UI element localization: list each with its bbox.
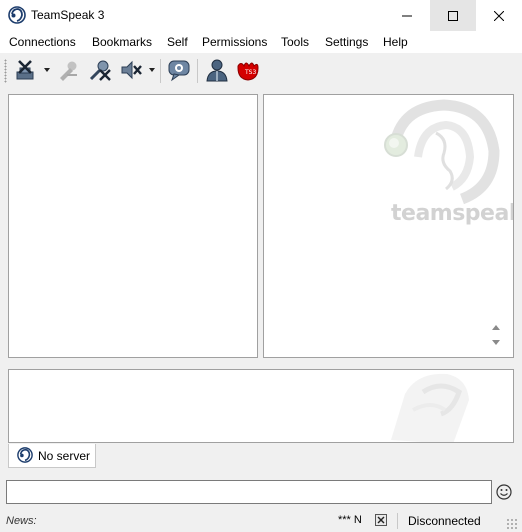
teamspeak-server-icon (17, 447, 33, 463)
close-icon (377, 516, 385, 524)
scroll-arrows-icon[interactable] (486, 323, 506, 347)
disconnect-icon[interactable] (14, 58, 38, 82)
info-pane: teamspeak3 (263, 94, 514, 358)
menu-settings[interactable]: Settings (325, 35, 368, 49)
server-tab[interactable]: No server (8, 444, 96, 468)
svg-text:TS3: TS3 (244, 69, 256, 76)
minimize-icon (402, 15, 412, 16)
menu-help[interactable]: Help (383, 35, 408, 49)
server-tab-label: No server (38, 449, 91, 463)
close-button[interactable] (476, 0, 522, 31)
menu-permissions[interactable]: Permissions (202, 35, 267, 49)
resize-grip[interactable] (506, 518, 518, 530)
toolbar-separator (197, 59, 198, 83)
chat-watermark-logo (391, 373, 469, 442)
minimize-button[interactable] (384, 0, 430, 31)
mute-microphone-icon[interactable] (89, 58, 113, 82)
mute-speakers-icon[interactable] (119, 58, 143, 82)
teamspeak-window: TeamSpeak 3 Connections Bookmarks Self P… (0, 0, 522, 532)
menu-self[interactable]: Self (167, 35, 188, 49)
emoticon-icon[interactable] (496, 484, 512, 500)
chat-icon[interactable] (167, 58, 191, 82)
toolbar-separator (160, 59, 161, 83)
connection-status: Disconnected (408, 514, 481, 528)
mute-speakers-dropdown-icon[interactable] (149, 68, 155, 72)
chat-log-pane[interactable] (8, 369, 514, 443)
status-divider (397, 513, 398, 529)
toolbar: TS3 (0, 53, 522, 88)
status-indicator: *** N (338, 514, 362, 526)
toolbar-grip[interactable] (4, 59, 7, 83)
channel-tree-pane[interactable] (8, 94, 258, 358)
news-label: News: (6, 515, 37, 527)
teamspeak-logo-text: teamspeak3 (391, 201, 513, 226)
teamspeak-app-icon (8, 6, 26, 24)
chat-input[interactable] (6, 480, 492, 504)
status-bar: News: *** N Disconnected (0, 510, 522, 532)
contacts-icon[interactable] (205, 58, 229, 82)
menu-connections[interactable]: Connections (9, 35, 76, 49)
menu-bookmarks[interactable]: Bookmarks (92, 35, 152, 49)
title-bar: TeamSpeak 3 (0, 0, 522, 31)
teamspeak-watermark-logo (384, 99, 500, 204)
close-news-button[interactable] (375, 514, 387, 526)
away-icon[interactable] (57, 58, 81, 82)
disconnect-dropdown-icon[interactable] (44, 68, 50, 72)
maximize-icon (448, 10, 458, 21)
maximize-button[interactable] (430, 0, 476, 31)
menu-bar: Connections Bookmarks Self Permissions T… (0, 31, 522, 53)
addons-icon[interactable]: TS3 (236, 58, 260, 82)
menu-tools[interactable]: Tools (281, 35, 309, 49)
close-icon (494, 10, 504, 21)
window-title: TeamSpeak 3 (31, 8, 105, 22)
